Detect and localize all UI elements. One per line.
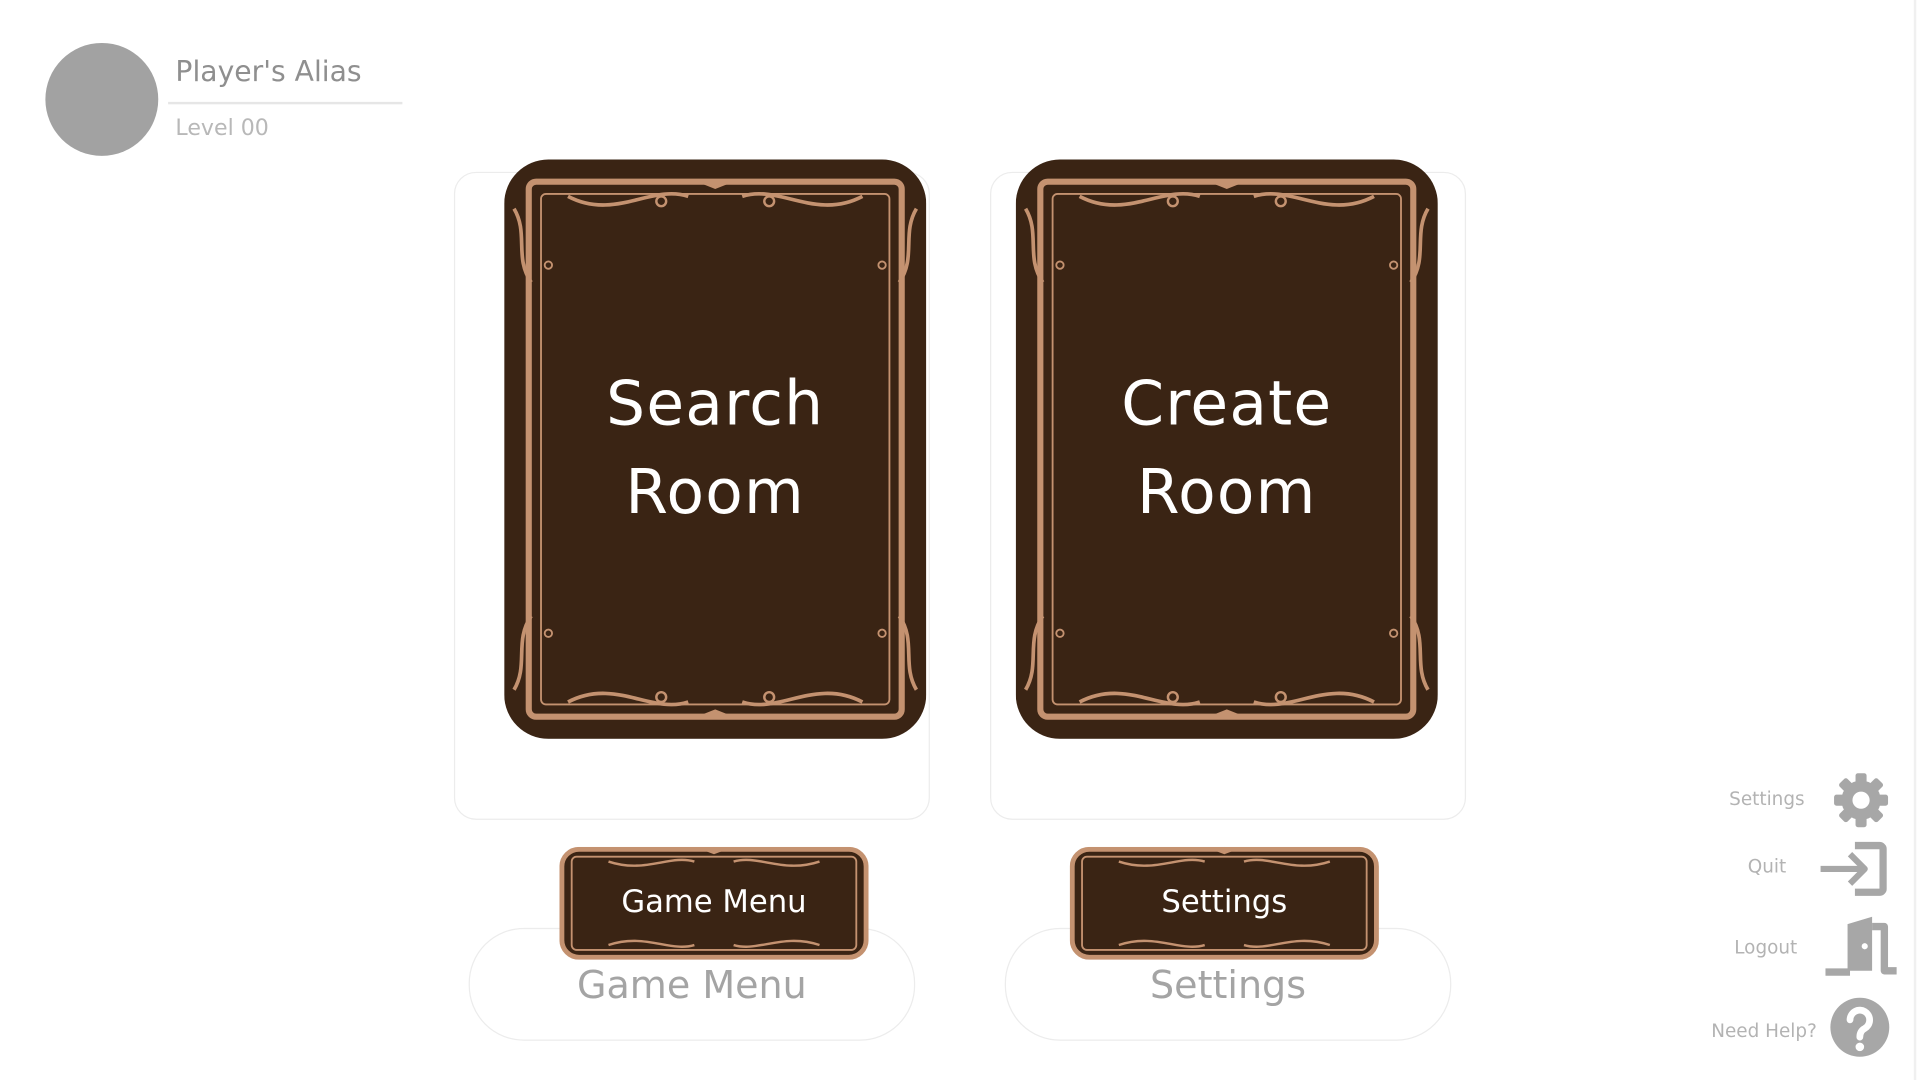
side-quit[interactable]: Quit	[1718, 838, 1896, 899]
avatar[interactable]	[45, 42, 159, 156]
exit-arrow-icon	[1820, 841, 1887, 896]
main-menu-screen: Player's Alias Level 00 Game Menu Settin…	[0, 0, 1920, 1080]
game-menu-button-label: Game Menu	[621, 883, 807, 920]
player-alias: Player's Alias	[175, 56, 362, 89]
card-back-frame	[504, 159, 927, 739]
side-logout[interactable]: Logout	[1718, 914, 1902, 983]
side-settings-label: Settings	[1729, 787, 1805, 811]
settings-placeholder-label: Settings	[1150, 963, 1307, 1008]
side-help[interactable]: Need Help?	[1705, 995, 1895, 1059]
card-back-frame	[1015, 159, 1438, 739]
game-menu-placeholder-label: Game Menu	[577, 963, 807, 1008]
settings-button-label: Settings	[1161, 883, 1288, 920]
alias-underline	[168, 101, 403, 105]
gear-icon	[1834, 773, 1889, 828]
side-help-label: Need Help?	[1711, 1019, 1817, 1042]
game-menu-button[interactable]: Game Menu	[559, 846, 869, 960]
question-circle-icon	[1830, 997, 1890, 1057]
player-level: Level 00	[175, 115, 269, 142]
settings-button[interactable]: Settings	[1069, 846, 1379, 960]
right-edge-divider	[1913, 0, 1917, 1080]
side-settings[interactable]: Settings	[1718, 768, 1896, 829]
search-card-line1: Search	[606, 368, 825, 440]
side-logout-label: Logout	[1734, 936, 1798, 959]
create-card-line2: Room	[1136, 456, 1317, 528]
create-card-line1: Create	[1121, 368, 1333, 440]
side-quit-label: Quit	[1747, 855, 1787, 878]
search-room-card[interactable]: Search Room	[504, 159, 927, 739]
create-room-card[interactable]: Create Room	[1015, 159, 1438, 739]
door-icon	[1825, 916, 1897, 976]
search-card-line2: Room	[625, 456, 806, 528]
